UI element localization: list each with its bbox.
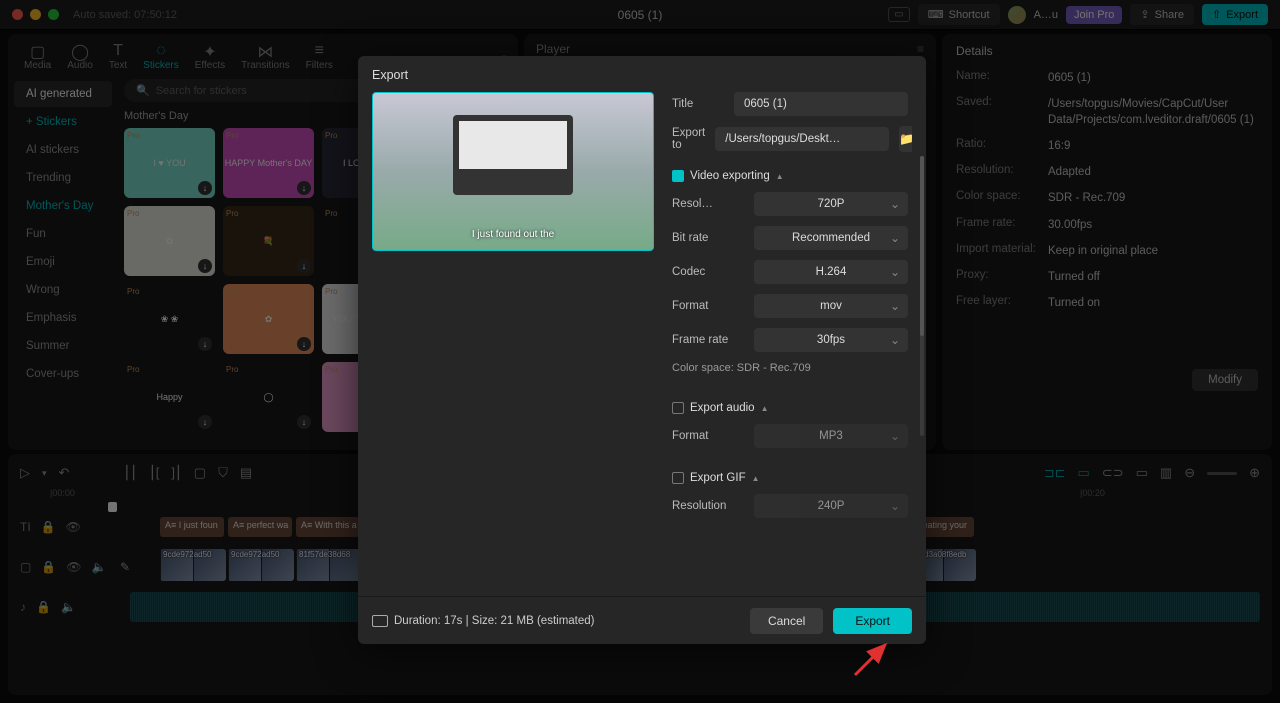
preview-caption: I just found out the bbox=[472, 229, 554, 240]
gif-resolution-label: Resolution bbox=[672, 500, 744, 512]
gif-resolution-select[interactable]: 240P bbox=[754, 494, 908, 518]
film-icon bbox=[372, 615, 388, 627]
video-export-checkbox[interactable] bbox=[672, 170, 684, 182]
audio-format-select[interactable]: MP3 bbox=[754, 424, 908, 448]
export-preview: I just found out the bbox=[372, 92, 654, 251]
resolution-select[interactable]: 720P bbox=[754, 192, 908, 216]
video-section-label: Video exporting bbox=[690, 170, 770, 182]
folder-icon[interactable]: 📁 bbox=[899, 126, 912, 152]
cancel-button[interactable]: Cancel bbox=[750, 608, 823, 634]
audio-export-checkbox[interactable] bbox=[672, 402, 684, 414]
export-confirm-button[interactable]: Export bbox=[833, 608, 912, 634]
title-input[interactable] bbox=[734, 92, 908, 116]
bitrate-select[interactable]: Recommended bbox=[754, 226, 908, 250]
bitrate-label: Bit rate bbox=[672, 232, 744, 244]
format-label: Format bbox=[672, 300, 744, 312]
exportto-input[interactable] bbox=[715, 127, 889, 151]
audio-section-label: Export audio bbox=[690, 402, 755, 414]
audio-format-label: Format bbox=[672, 430, 744, 442]
codec-label: Codec bbox=[672, 266, 744, 278]
format-select[interactable]: mov bbox=[754, 294, 908, 318]
modal-title: Export bbox=[358, 56, 926, 92]
duration-info: Duration: 17s | Size: 21 MB (estimated) bbox=[372, 615, 595, 627]
colorspace-label: Color space: SDR - Rec.709 bbox=[672, 362, 908, 374]
collapse-icon[interactable]: ▲ bbox=[761, 404, 769, 413]
collapse-icon[interactable]: ▲ bbox=[776, 172, 784, 181]
title-label: Title bbox=[672, 98, 724, 110]
collapse-icon[interactable]: ▲ bbox=[752, 474, 760, 483]
codec-select[interactable]: H.264 bbox=[754, 260, 908, 284]
gif-export-checkbox[interactable] bbox=[672, 472, 684, 484]
gif-section-label: Export GIF bbox=[690, 472, 746, 484]
export-modal: Export I just found out the Title Export… bbox=[358, 56, 926, 644]
framerate-label: Frame rate bbox=[672, 334, 744, 346]
framerate-select[interactable]: 30fps bbox=[754, 328, 908, 352]
resolution-label: Resol… bbox=[672, 198, 744, 210]
exportto-label: Export to bbox=[672, 127, 705, 151]
